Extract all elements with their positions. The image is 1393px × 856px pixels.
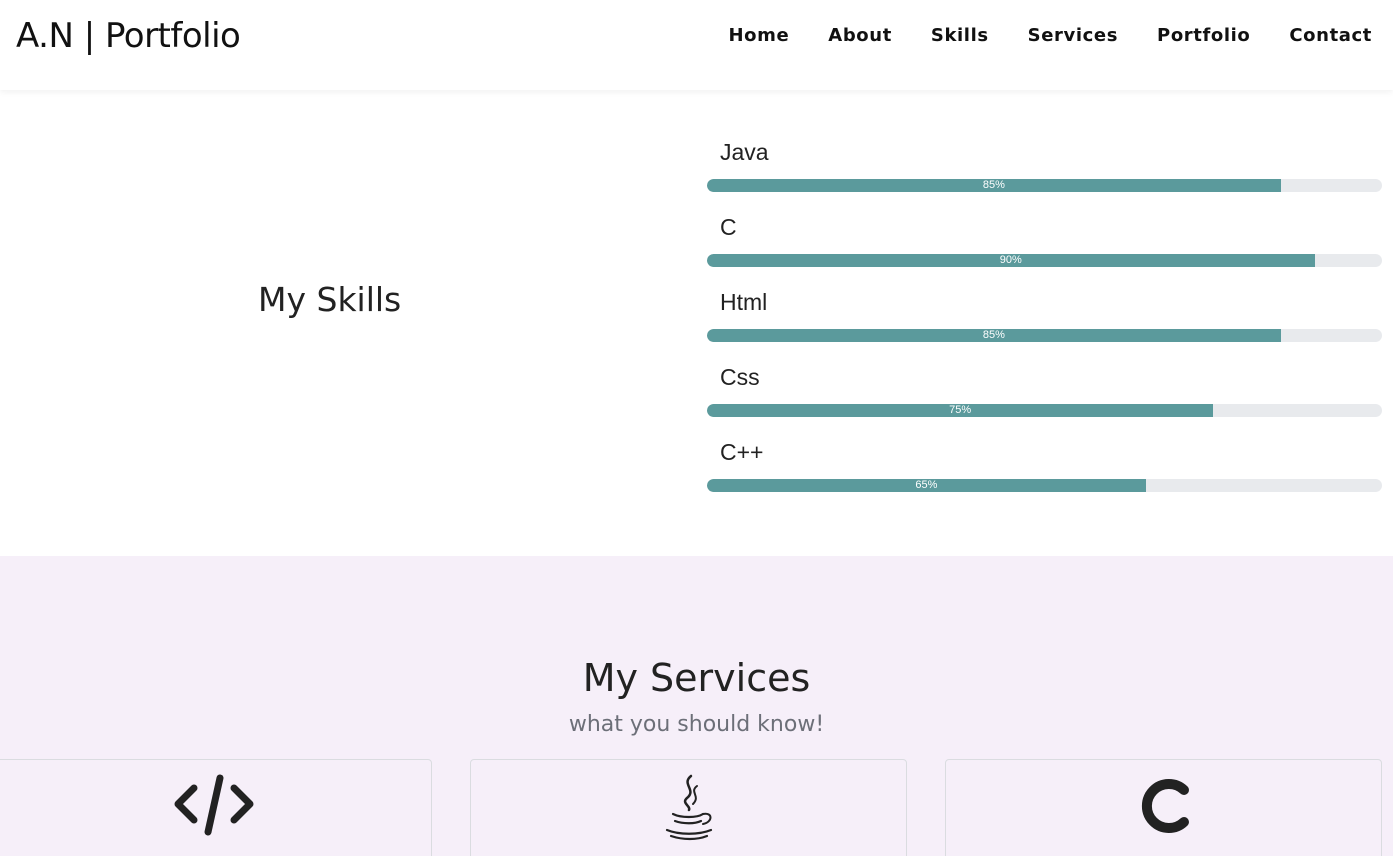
service-card-c[interactable] bbox=[945, 759, 1382, 856]
c-language-icon bbox=[1134, 772, 1194, 844]
progress-track: 85% bbox=[707, 329, 1382, 342]
brand-logo[interactable]: A.N | Portfolio bbox=[16, 16, 241, 56]
code-icon bbox=[172, 772, 256, 844]
services-title: My Services bbox=[582, 656, 811, 700]
nav-links: Home About Skills Services Portfolio Con… bbox=[690, 24, 1373, 48]
skill-name: C bbox=[720, 214, 737, 240]
nav-link-services[interactable]: Services bbox=[1028, 24, 1118, 48]
services-section: My Services what you should know! bbox=[0, 556, 1393, 856]
skill-name: Css bbox=[720, 364, 760, 390]
progress-bar: 90% bbox=[707, 254, 1315, 267]
progress-track: 85% bbox=[707, 179, 1382, 192]
nav-link-skills[interactable]: Skills bbox=[931, 24, 989, 48]
progress-bar: 65% bbox=[707, 479, 1146, 492]
services-subtitle: what you should know! bbox=[568, 712, 825, 737]
service-card-java[interactable] bbox=[470, 759, 907, 856]
skill-name: Html bbox=[720, 289, 768, 315]
java-icon bbox=[661, 772, 717, 846]
service-card-code[interactable] bbox=[0, 759, 432, 856]
progress-bar: 85% bbox=[707, 329, 1281, 342]
progress-bar: 85% bbox=[707, 179, 1281, 192]
progress-track: 65% bbox=[707, 479, 1382, 492]
nav-link-about[interactable]: About bbox=[828, 24, 892, 48]
progress-track: 90% bbox=[707, 254, 1382, 267]
progress-bar: 75% bbox=[707, 404, 1214, 417]
nav-link-portfolio[interactable]: Portfolio bbox=[1157, 24, 1250, 48]
skill-name: C++ bbox=[720, 439, 764, 465]
skills-title: My Skills bbox=[258, 280, 402, 319]
progress-track: 75% bbox=[707, 404, 1382, 417]
nav-link-contact[interactable]: Contact bbox=[1289, 24, 1372, 48]
skill-name: Java bbox=[720, 139, 769, 165]
navbar: A.N | Portfolio Home About Skills Servic… bbox=[0, 0, 1393, 90]
nav-link-home[interactable]: Home bbox=[729, 24, 790, 48]
